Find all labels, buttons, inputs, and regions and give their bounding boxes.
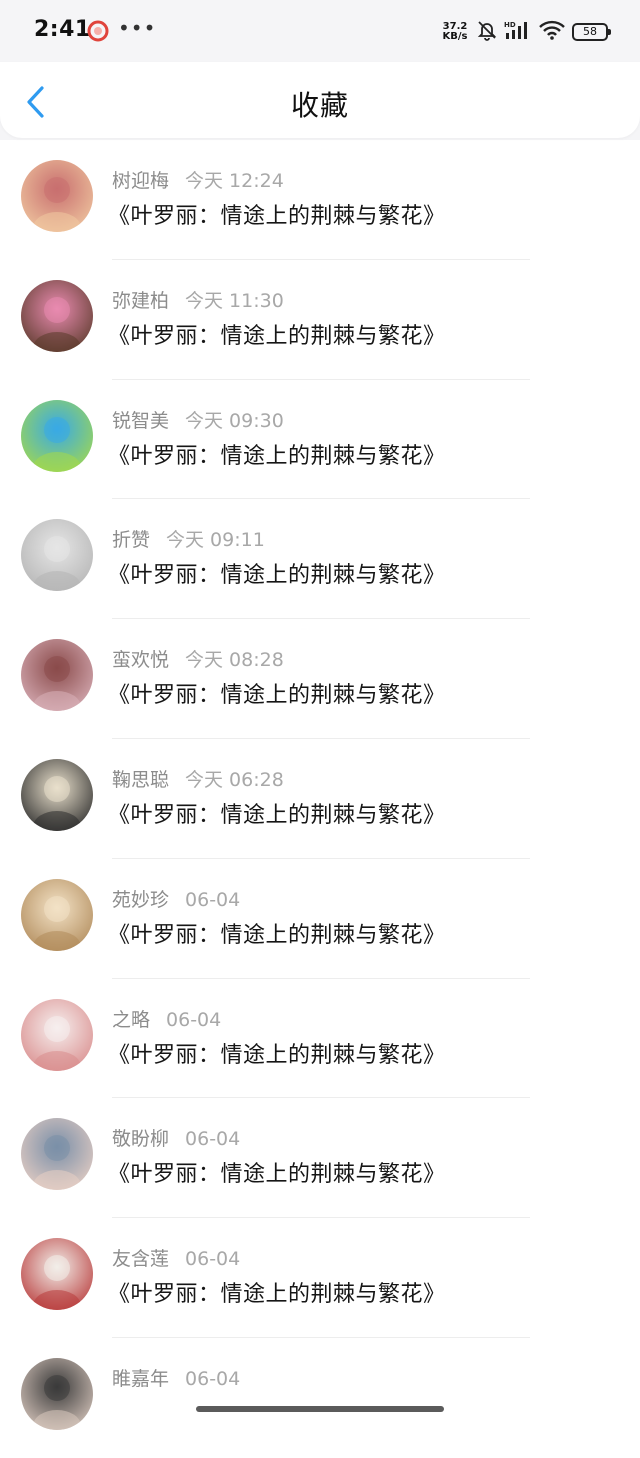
avatar[interactable] <box>21 519 93 592</box>
more-notifications-icon: ••• <box>118 16 157 40</box>
avatar[interactable] <box>21 758 93 831</box>
book-title[interactable]: 《叶罗丽：情途上的荆棘与繁花》 <box>108 677 446 709</box>
book-title[interactable]: 《叶罗丽：情途上的荆棘与繁花》 <box>108 557 446 589</box>
battery-icon: 58 <box>572 23 611 41</box>
home-indicator[interactable] <box>196 1406 444 1412</box>
list-item[interactable]: 锐智美 今天 09:30 《叶罗丽：情途上的荆棘与繁花》 <box>0 380 640 500</box>
book-title[interactable]: 《叶罗丽：情途上的荆棘与繁花》 <box>108 1276 446 1308</box>
item-meta: 之略 06-04 <box>112 1005 221 1032</box>
book-title[interactable]: 《叶罗丽：情途上的荆棘与繁花》 <box>108 198 446 230</box>
list-item[interactable]: 苑妙珍 06-04 《叶罗丽：情途上的荆棘与繁花》 <box>0 859 640 979</box>
user-name[interactable]: 睢嘉年 <box>112 1368 169 1390</box>
item-meta: 折赞 今天 09:11 <box>112 525 265 552</box>
item-meta: 苑妙珍 06-04 <box>112 885 240 912</box>
item-meta: 弥建柏 今天 11:30 <box>112 286 284 313</box>
item-meta: 鞠思聪 今天 06:28 <box>112 765 284 792</box>
list-item[interactable]: 友含莲 06-04 《叶罗丽：情途上的荆棘与繁花》 <box>0 1218 640 1338</box>
book-title[interactable]: 《叶罗丽：情途上的荆棘与繁花》 <box>108 1156 446 1188</box>
user-name[interactable]: 鞠思聪 <box>112 769 169 791</box>
list-item[interactable]: 鞠思聪 今天 06:28 《叶罗丽：情途上的荆棘与繁花》 <box>0 739 640 859</box>
item-meta: 敬盼柳 06-04 <box>112 1124 240 1151</box>
user-name[interactable]: 树迎梅 <box>112 170 169 192</box>
page-title: 收藏 <box>290 89 349 122</box>
timestamp: 今天 08:28 <box>185 649 284 672</box>
avatar[interactable] <box>21 998 93 1071</box>
list-item[interactable]: 树迎梅 今天 12:24 《叶罗丽：情途上的荆棘与繁花》 <box>0 140 640 260</box>
user-name[interactable]: 之略 <box>112 1009 150 1031</box>
timestamp: 今天 12:24 <box>185 170 284 192</box>
list-item[interactable]: 折赞 今天 09:11 《叶罗丽：情途上的荆棘与繁花》 <box>0 499 640 620</box>
item-meta: 睢嘉年 06-04 <box>112 1364 240 1391</box>
user-name[interactable]: 苑妙珍 <box>112 889 169 911</box>
red-ring-icon <box>87 20 109 42</box>
list-item[interactable]: 睢嘉年 06-04 <box>0 1338 640 1458</box>
list-item[interactable]: 之略 06-04 《叶罗丽：情途上的荆棘与繁花》 <box>0 979 640 1099</box>
status-bar: 2:41 ••• 37.2 KB/s HD 58 <box>0 0 640 62</box>
avatar[interactable] <box>21 639 93 712</box>
network-speed-unit: KB/s <box>442 31 468 42</box>
avatar[interactable] <box>21 1357 93 1430</box>
avatar[interactable] <box>21 878 93 951</box>
item-meta: 树迎梅 今天 12:24 <box>112 166 284 193</box>
wifi-icon <box>538 19 566 45</box>
timestamp: 今天 09:11 <box>166 529 265 552</box>
user-name[interactable]: 友含莲 <box>112 1248 169 1270</box>
network-label: HD <box>504 21 516 29</box>
item-meta: 蛮欢悦 今天 08:28 <box>112 645 284 672</box>
avatar[interactable] <box>21 399 93 472</box>
status-time: 2:41 <box>34 17 91 42</box>
mute-bell-icon <box>476 19 498 45</box>
user-name[interactable]: 弥建柏 <box>112 290 169 312</box>
avatar[interactable] <box>21 1118 93 1191</box>
user-name[interactable]: 折赞 <box>112 529 150 551</box>
favorites-list: 树迎梅 今天 12:24 《叶罗丽：情途上的荆棘与繁花》 弥建柏 今天 11:30 《叶罗… <box>0 140 640 1458</box>
timestamp: 今天 11:30 <box>185 289 284 312</box>
signal-icon: HD <box>504 19 532 45</box>
item-meta: 锐智美 今天 09:30 <box>112 406 284 433</box>
avatar[interactable] <box>21 160 93 232</box>
list-item[interactable]: 敬盼柳 06-04 《叶罗丽：情途上的荆棘与繁花》 <box>0 1098 640 1219</box>
list-item[interactable]: 蛮欢悦 今天 08:28 《叶罗丽：情途上的荆棘与繁花》 <box>0 619 640 739</box>
user-name[interactable]: 锐智美 <box>112 410 169 432</box>
book-title[interactable]: 《叶罗丽：情途上的荆棘与繁花》 <box>108 438 446 470</box>
item-meta: 友含莲 06-04 <box>112 1244 240 1271</box>
top-area: 2:41 ••• 37.2 KB/s HD 58 收藏 <box>0 0 640 140</box>
avatar[interactable] <box>21 279 93 352</box>
timestamp: 今天 09:30 <box>185 409 284 432</box>
list-item[interactable]: 弥建柏 今天 11:30 《叶罗丽：情途上的荆棘与繁花》 <box>0 260 640 380</box>
book-title[interactable]: 《叶罗丽：情途上的荆棘与繁花》 <box>108 917 446 949</box>
user-name[interactable]: 敬盼柳 <box>112 1128 169 1150</box>
network-speed: 37.2 KB/s <box>440 22 470 42</box>
status-icons: 37.2 KB/s HD 58 <box>440 18 611 46</box>
user-name[interactable]: 蛮欢悦 <box>112 649 169 671</box>
book-title[interactable]: 《叶罗丽：情途上的荆棘与繁花》 <box>108 318 446 350</box>
timestamp: 06-04 <box>166 1008 222 1031</box>
timestamp: 06-04 <box>185 888 241 911</box>
timestamp: 06-04 <box>185 1248 241 1271</box>
timestamp: 06-04 <box>185 1367 241 1390</box>
avatar[interactable] <box>21 1238 93 1311</box>
title-bar: 收藏 <box>0 62 640 138</box>
book-title[interactable]: 《叶罗丽：情途上的荆棘与繁花》 <box>108 1037 446 1069</box>
timestamp: 06-04 <box>185 1128 241 1151</box>
book-title[interactable]: 《叶罗丽：情途上的荆棘与繁花》 <box>108 797 446 829</box>
timestamp: 今天 06:28 <box>185 768 284 791</box>
